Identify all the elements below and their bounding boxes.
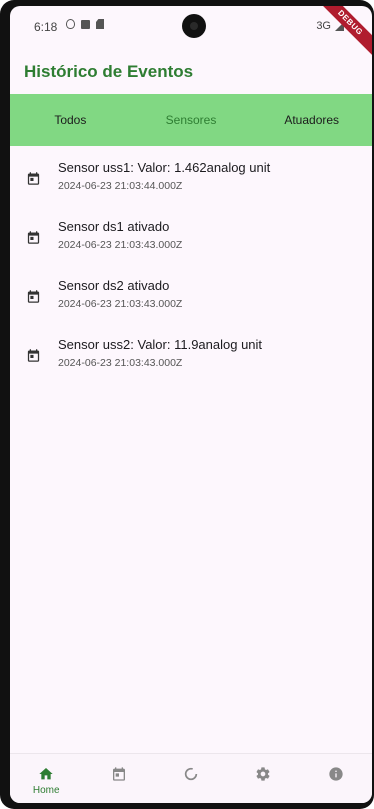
nav-progress[interactable] bbox=[155, 754, 227, 803]
event-timestamp: 2024-06-23 21:03:43.000Z bbox=[58, 298, 183, 310]
home-icon bbox=[39, 768, 53, 780]
nav-home-label: Home bbox=[32, 785, 60, 796]
calendar-icon bbox=[27, 172, 40, 185]
status-time: 6:18 bbox=[34, 20, 58, 34]
event-title: Sensor uss2: Valor: 11.9analog unit bbox=[58, 337, 263, 352]
status-notification-icons bbox=[66, 19, 104, 29]
event-title: Sensor uss1: Valor: 1.462analog unit bbox=[58, 160, 271, 175]
tab-todos[interactable]: Todos bbox=[10, 94, 131, 146]
info-icon bbox=[329, 767, 343, 781]
shield-icon bbox=[66, 19, 75, 29]
app-bar: Histórico de Eventos bbox=[10, 50, 372, 94]
calendar-icon bbox=[112, 767, 125, 781]
progress-circle-icon bbox=[184, 767, 198, 781]
bottom-navigation: Home bbox=[10, 753, 372, 803]
event-timestamp: 2024-06-23 21:03:43.000Z bbox=[58, 357, 183, 369]
list-item[interactable]: Sensor uss2: Valor: 11.9analog unit 2024… bbox=[10, 331, 372, 390]
photo-icon bbox=[81, 19, 90, 29]
tab-atuadores[interactable]: Atuadores bbox=[251, 94, 372, 146]
status-bar: 6:18 3G DEBUG bbox=[10, 6, 372, 62]
calendar-icon bbox=[27, 349, 40, 362]
calendar-icon bbox=[27, 231, 40, 244]
gear-icon bbox=[256, 767, 270, 781]
nav-info[interactable] bbox=[300, 754, 372, 803]
nav-settings[interactable] bbox=[227, 754, 299, 803]
front-camera bbox=[182, 14, 206, 38]
event-title: Sensor ds2 ativado bbox=[58, 278, 170, 293]
list-item[interactable]: Sensor ds1 ativado 2024-06-23 21:03:43.0… bbox=[10, 213, 372, 272]
sd-card-icon bbox=[96, 19, 104, 29]
device-frame: 6:18 3G DEBUG Histórico de Eventos Todos… bbox=[0, 0, 374, 809]
tab-bar: Todos Sensores Atuadores bbox=[10, 94, 372, 146]
nav-home[interactable]: Home bbox=[10, 754, 82, 803]
nav-calendar[interactable] bbox=[82, 754, 154, 803]
page-title: Histórico de Eventos bbox=[24, 62, 194, 81]
event-timestamp: 2024-06-23 21:03:43.000Z bbox=[58, 239, 183, 251]
list-item[interactable]: Sensor uss1: Valor: 1.462analog unit 202… bbox=[10, 154, 372, 213]
list-item[interactable]: Sensor ds2 ativado 2024-06-23 21:03:43.0… bbox=[10, 272, 372, 331]
network-type: 3G bbox=[316, 20, 331, 32]
calendar-icon bbox=[27, 290, 40, 303]
event-timestamp: 2024-06-23 21:03:44.000Z bbox=[58, 180, 183, 192]
app-screen: 6:18 3G DEBUG Histórico de Eventos Todos… bbox=[10, 6, 372, 803]
event-title: Sensor ds1 ativado bbox=[58, 219, 170, 234]
event-list: Sensor uss1: Valor: 1.462analog unit 202… bbox=[10, 154, 372, 390]
tab-sensores[interactable]: Sensores bbox=[131, 94, 252, 146]
